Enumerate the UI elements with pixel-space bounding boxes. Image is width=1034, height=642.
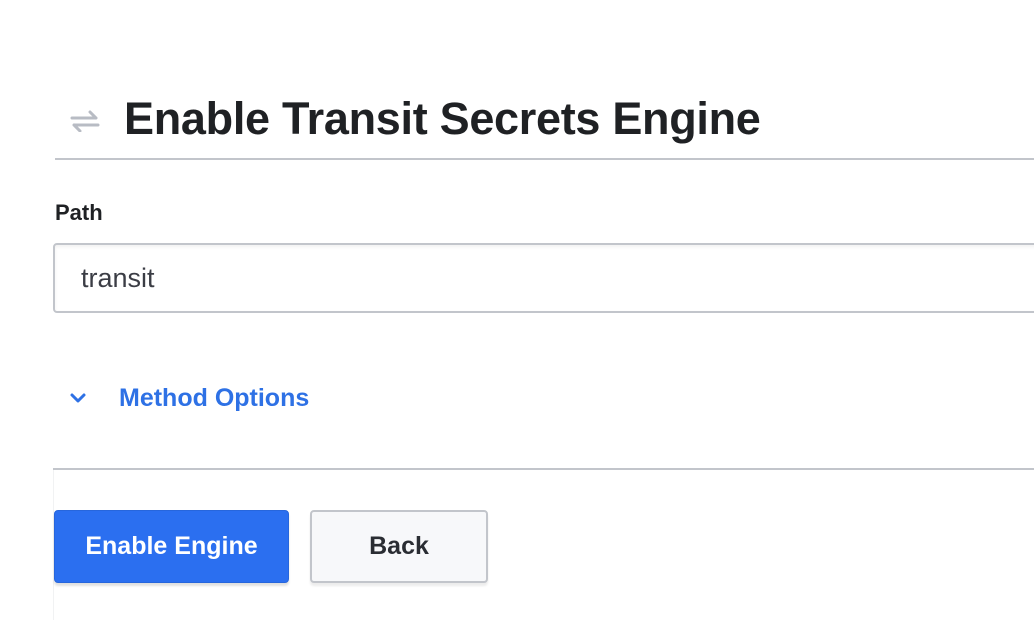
- page-header: Enable Transit Secrets Engine: [55, 80, 1034, 160]
- path-label: Path: [55, 200, 103, 225]
- enable-engine-button[interactable]: Enable Engine: [54, 510, 289, 583]
- method-options-toggle[interactable]: Method Options: [62, 376, 309, 420]
- divider: [53, 468, 1034, 470]
- page-title: Enable Transit Secrets Engine: [124, 93, 761, 144]
- enable-engine-page: Enable Transit Secrets Engine Path Metho…: [0, 0, 1034, 642]
- path-input[interactable]: [53, 243, 1034, 313]
- back-button[interactable]: Back: [310, 510, 488, 583]
- transit-arrows-icon: [65, 101, 105, 141]
- chevron-down-icon: [62, 382, 94, 414]
- method-options-label: Method Options: [119, 383, 310, 412]
